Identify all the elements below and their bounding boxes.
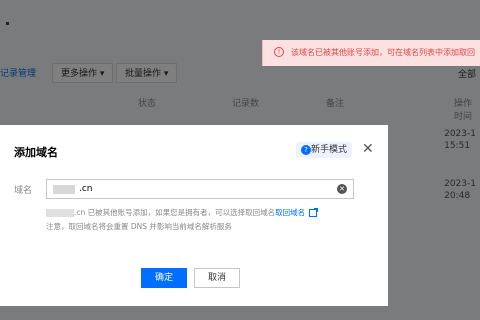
domain-taken-hint: .cn 已被其他账号添加，如果您是拥有者，可以选择取回域名取回域名 <box>46 207 366 219</box>
external-link-icon[interactable] <box>309 208 319 217</box>
beginner-mode-icon: ? <box>301 145 311 155</box>
cancel-button[interactable]: 取消 <box>194 268 240 288</box>
dialog-title: 添加域名 <box>14 146 58 159</box>
reclaim-note: 注意，取回域名将会重置 DNS 并影响当前域名解析服务 <box>46 222 232 231</box>
error-toast: ! 该域名已被其他账号添加，可在域名列表中添加取回 <box>262 40 480 66</box>
domain-field-label: 域名 <box>14 186 33 196</box>
beginner-mode-button[interactable]: ? 新手模式 <box>296 142 352 158</box>
toast-message: 该域名已被其他账号添加，可在域名列表中添加取回 <box>291 48 475 57</box>
masked-domain-prefix <box>46 209 74 217</box>
domain-taken-hint-text: .cn 已被其他账号添加，如果您是拥有者，可以选择取回域名 <box>74 208 276 217</box>
add-domain-dialog: 添加域名 ? 新手模式 ✕ 域名 ✕ .cn 已被其他账号添加，如果您是拥有者，… <box>0 125 388 306</box>
masked-domain-prefix <box>53 185 75 194</box>
beginner-mode-label: 新手模式 <box>311 145 348 155</box>
clear-input-icon[interactable]: ✕ <box>337 184 347 194</box>
domain-input-box: ✕ <box>46 179 354 199</box>
reclaim-domain-link[interactable]: 取回域名 <box>275 208 305 217</box>
domain-input[interactable] <box>79 182 319 196</box>
warning-icon: ! <box>274 47 284 57</box>
close-icon[interactable]: ✕ <box>362 141 374 157</box>
confirm-button[interactable]: 确定 <box>141 268 187 288</box>
